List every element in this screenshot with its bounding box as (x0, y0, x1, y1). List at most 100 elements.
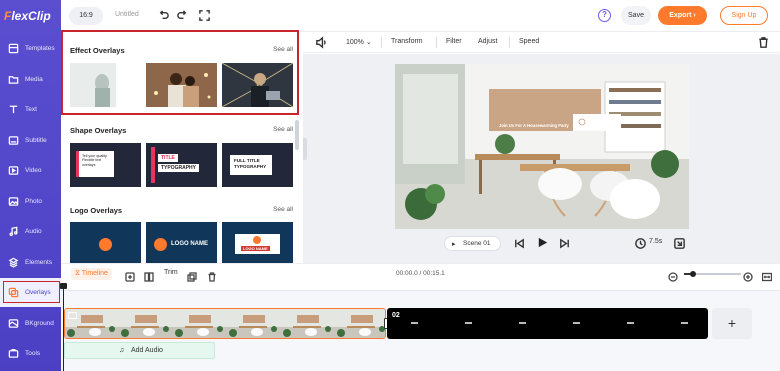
clock-icon (634, 237, 647, 250)
app-logo[interactable]: FlexClip (4, 9, 51, 23)
zoom-in-icon[interactable] (743, 269, 753, 282)
signup-button[interactable]: Sign Up (720, 6, 768, 25)
sidebar-item-label: Video (25, 167, 42, 174)
timeline-header: ⧖ Timeline Trim 00:00.0 / 00:15.1 (61, 263, 780, 283)
shape-overlay-thumb-3[interactable]: FULL TITLE TYPOGRAPHY (222, 143, 293, 187)
left-sidebar: FlexClip Templates Media Text Subtitle V… (0, 0, 61, 371)
sidebar-item-label: Tools (25, 350, 41, 357)
sidebar-item-text[interactable]: Text (0, 95, 61, 124)
add-audio-label: Add Audio (131, 347, 163, 354)
timeline-playhead[interactable] (63, 283, 64, 371)
undo-icon[interactable] (157, 9, 170, 22)
video-icon (8, 166, 19, 175)
sidebar-item-label: Templates (25, 45, 55, 52)
chevron-down-icon: ⌄ (365, 39, 372, 46)
add-clip-button[interactable]: + (712, 308, 752, 339)
tools-icon (8, 349, 19, 358)
zoom-out-icon[interactable] (668, 269, 678, 282)
sidebar-item-label: Subtitle (25, 137, 47, 144)
play-circle-icon: ▸ (452, 241, 456, 248)
timeline-tab-label: Timeline (81, 270, 108, 277)
zoom-slider[interactable] (684, 271, 741, 277)
logo-thumb-2-text: LOGO NAME (171, 241, 208, 247)
transform-button[interactable]: Transform (391, 38, 423, 45)
filter-button[interactable]: Filter (446, 38, 462, 45)
templates-icon (8, 43, 19, 54)
sidebar-item-media[interactable]: Media (0, 65, 61, 94)
export-button[interactable]: Export › (658, 6, 707, 25)
trim-button[interactable]: Trim (164, 269, 178, 276)
fit-screen-icon[interactable] (673, 237, 686, 250)
logo-overlay-thumb-1[interactable] (70, 222, 141, 263)
aspect-ratio-button[interactable]: 16:9 (69, 7, 103, 25)
adjust-button[interactable]: Adjust (478, 38, 497, 45)
timeline-clip-2[interactable]: 02 (387, 308, 708, 339)
save-button[interactable]: Save (621, 6, 651, 25)
elements-icon (8, 257, 19, 268)
sidebar-item-label: Photo (25, 198, 42, 205)
sidebar-item-video[interactable]: Video (0, 156, 61, 185)
timeline-clip-1[interactable] (64, 308, 386, 339)
logo-overlay-thumb-3[interactable]: LOGO NAME (222, 222, 293, 263)
shape-overlay-thumb-2[interactable]: TITLE TYPOGRAPHY (146, 143, 217, 187)
logo-thumb-3-mark (253, 236, 261, 244)
sidebar-item-bkground[interactable]: BKground (0, 309, 61, 338)
photo-icon (8, 197, 19, 206)
zoom-slider-thumb[interactable] (690, 271, 696, 277)
volume-icon[interactable] (315, 36, 328, 49)
shape-thumb-2-subtitle: TYPOGRAPHY (158, 164, 200, 172)
delete-icon[interactable] (207, 269, 217, 282)
duplicate-icon[interactable] (187, 269, 197, 282)
clip-2-frame-marker (627, 322, 634, 324)
scene-selector[interactable]: ▸ Scene 01 (444, 236, 501, 251)
shape-overlay-thumb-1[interactable]: Tell your quality. Flexible text overlay… (70, 143, 141, 187)
shape-thumb-1-text: Tell your quality. Flexible text overlay… (76, 151, 114, 177)
folder-icon (8, 76, 19, 84)
sidebar-item-label: BKground (25, 320, 54, 327)
speed-button[interactable]: Speed (519, 38, 539, 45)
logo-overlay-thumb-2[interactable]: LOGO NAME (146, 222, 217, 263)
project-title[interactable]: Untitled (115, 11, 139, 18)
sidebar-item-label: Audio (25, 228, 42, 235)
preview-toolbar: 100% ⌄ Transform Filter Adjust Speed (303, 32, 780, 53)
chevron-right-icon: › (693, 12, 696, 19)
sidebar-item-photo[interactable]: Photo (0, 187, 61, 216)
panel-toggle-handle[interactable] (303, 138, 307, 160)
shape-thumb-2-title: TITLE (158, 154, 178, 162)
trash-icon[interactable] (757, 36, 770, 49)
play-icon[interactable] (536, 236, 549, 249)
clip-2-number: 02 (392, 312, 400, 319)
video-canvas[interactable]: Join Us For A Housewarming Party (395, 64, 689, 229)
clip-2-frame-marker (681, 322, 688, 324)
sidebar-item-elements[interactable]: Elements (0, 248, 61, 277)
sidebar-item-audio[interactable]: Audio (0, 217, 61, 246)
zoom-dropdown[interactable]: 100% ⌄ (346, 38, 372, 46)
sidebar-item-templates[interactable]: Templates (0, 34, 61, 63)
redo-icon[interactable] (176, 9, 189, 22)
add-scene-icon[interactable] (125, 269, 135, 282)
next-icon[interactable] (558, 237, 571, 250)
shape-overlays-title: Shape Overlays (70, 126, 127, 135)
shape-overlays-see-all[interactable]: See all (273, 126, 293, 133)
music-icon (9, 226, 18, 236)
sidebar-item-label: Elements (25, 259, 53, 266)
room-scene-image (395, 64, 689, 229)
logo-overlays-title: Logo Overlays (70, 206, 123, 215)
shape-thumb-3-line2: TYPOGRAPHY (234, 164, 267, 169)
fit-timeline-icon[interactable] (761, 269, 773, 282)
add-audio-button[interactable]: ♫ Add Audio (64, 342, 215, 359)
sidebar-item-tools[interactable]: Tools (0, 339, 61, 368)
clip-2-frame-marker (411, 322, 418, 324)
fullscreen-icon[interactable] (198, 9, 211, 22)
playhead-handle[interactable] (60, 283, 67, 289)
sidebar-item-subtitle[interactable]: Subtitle (0, 126, 61, 155)
help-icon[interactable]: ? (598, 9, 611, 22)
toolbar-divider (381, 37, 382, 48)
tab-timeline[interactable]: ⧖ Timeline (71, 268, 112, 280)
previous-icon[interactable] (513, 237, 526, 250)
logo-thumb-3-text: LOGO NAME (241, 246, 270, 251)
background-icon (8, 319, 19, 328)
logo-overlays-see-all[interactable]: See all (273, 206, 293, 213)
split-icon[interactable] (144, 269, 154, 282)
panel-collapse-handle[interactable] (295, 120, 299, 150)
